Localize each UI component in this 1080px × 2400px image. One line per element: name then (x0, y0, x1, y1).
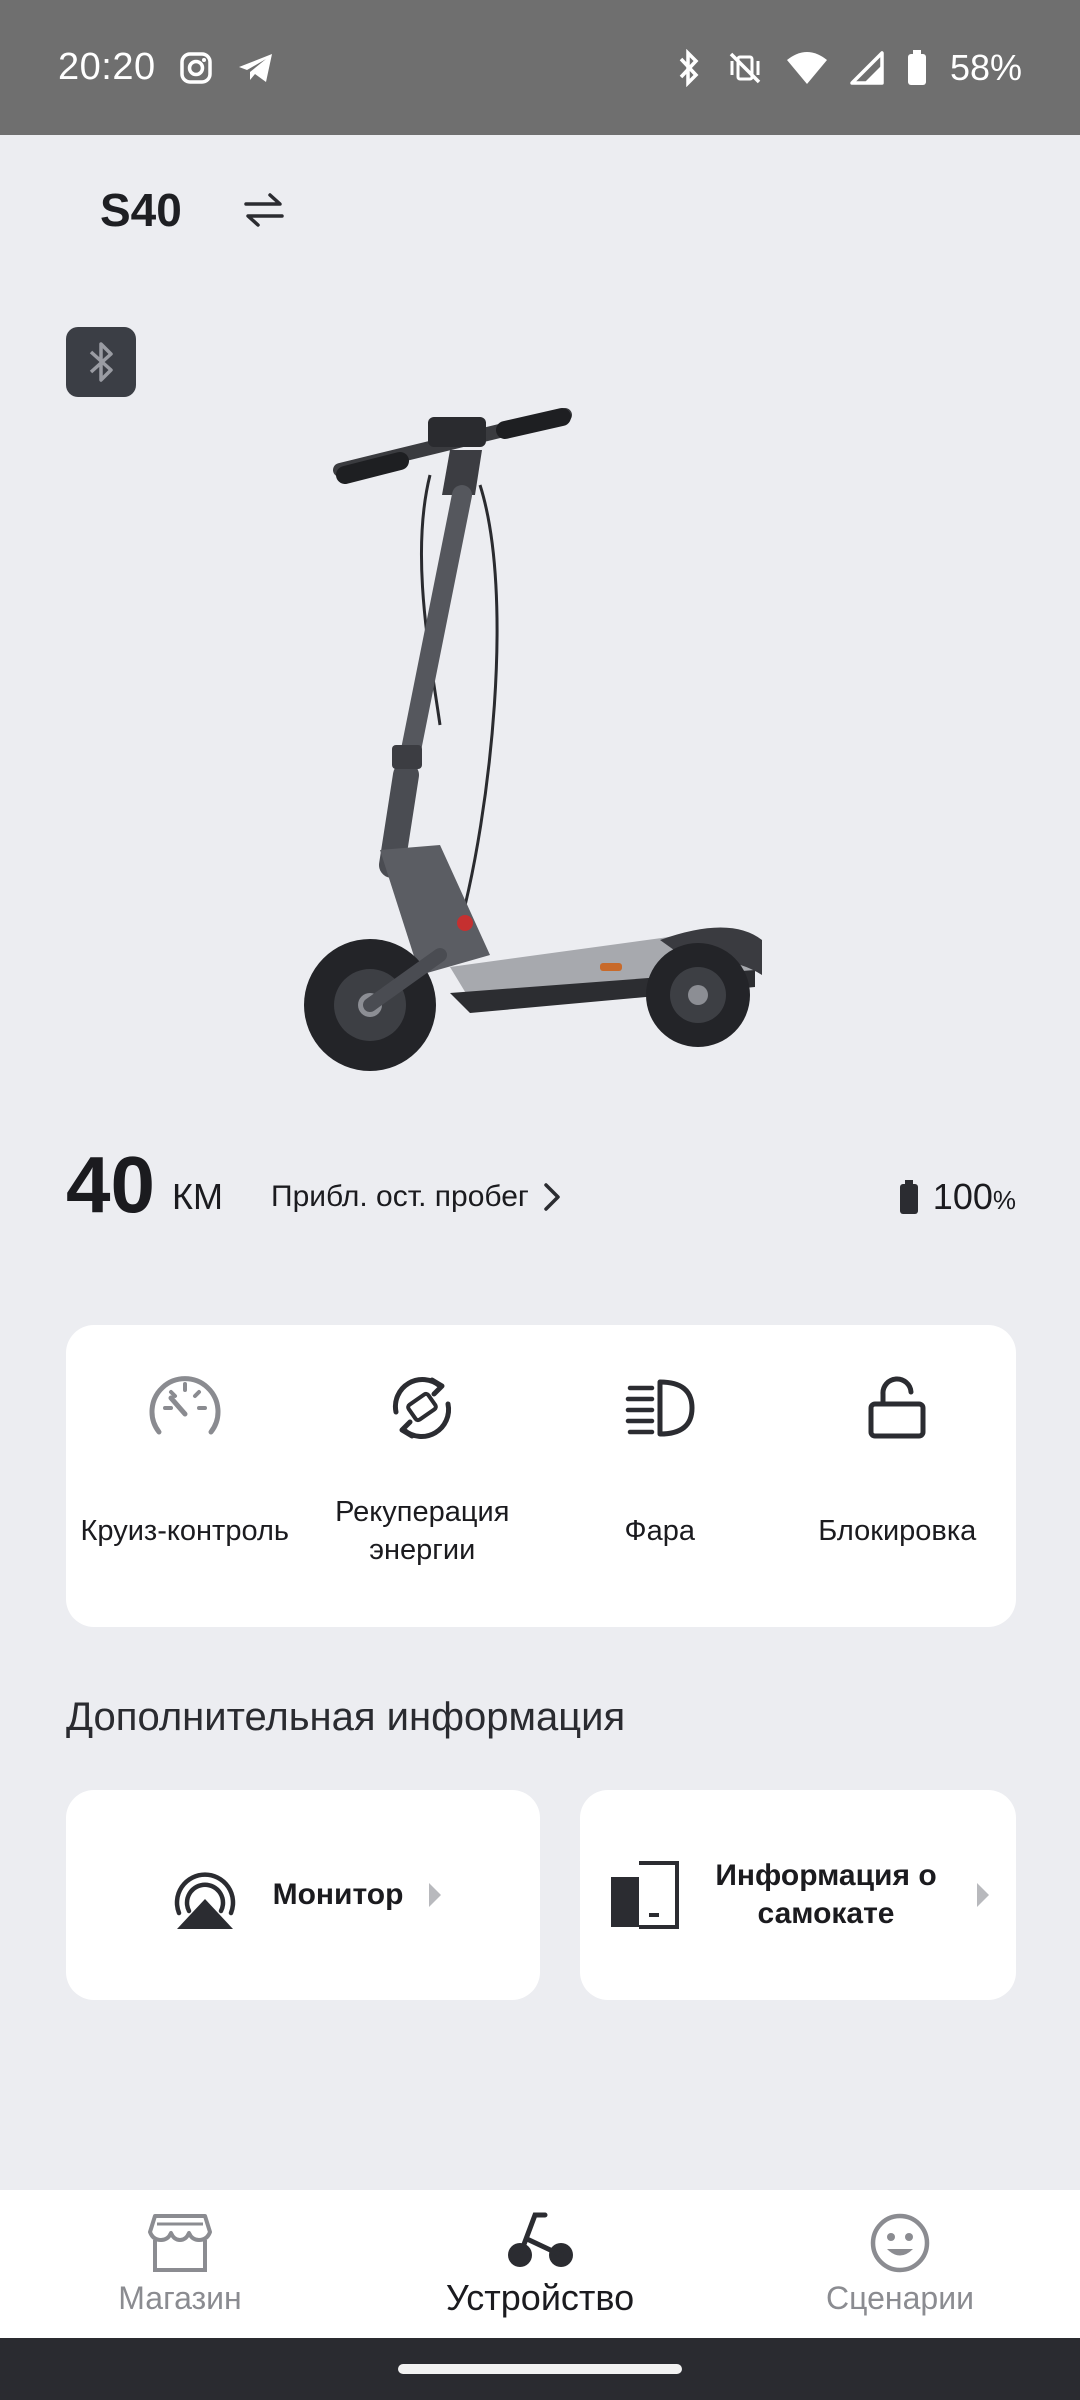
scooter-battery-percent: 100% (932, 1176, 1016, 1217)
vibrate-off-icon (726, 49, 764, 87)
bluetooth-icon (89, 342, 113, 382)
device-screen: 20:20 58% S40 40 КМ Прибл. ост. пробег 1… (0, 0, 1080, 2400)
wifi-icon (786, 50, 828, 86)
scooter-nav-icon (508, 2212, 573, 2267)
headlight-label: Фара (624, 1515, 695, 1547)
additional-info-title: Дополнительная информация (66, 1695, 626, 1739)
home-gesture-handle[interactable] (398, 2364, 682, 2374)
arrow-right-icon (977, 1883, 989, 1907)
gesture-bar (0, 2338, 1080, 2400)
status-left: 20:20 (58, 46, 276, 89)
telegram-icon (236, 50, 276, 86)
nav-device[interactable]: Устройство (360, 2190, 720, 2338)
lock-button[interactable]: Блокировка (779, 1325, 1017, 1627)
bluetooth-connection-badge[interactable] (66, 327, 136, 397)
battery-icon (899, 1180, 918, 1214)
switch-device-button[interactable] (240, 186, 288, 234)
status-right: 58% (674, 47, 1022, 89)
lock-label: Блокировка (818, 1515, 977, 1547)
battery-icon (906, 49, 928, 87)
monitor-icon (174, 1872, 235, 1929)
nav-store[interactable]: Магазин (0, 2190, 360, 2338)
device-name: S40 (100, 184, 182, 236)
estimated-range-link[interactable]: Прибл. ост. пробег (271, 1165, 563, 1229)
nav-device-label: Устройство (445, 2277, 635, 2318)
range-unit: КМ (172, 1176, 223, 1217)
cruise-control-button[interactable]: Круиз-контроль (66, 1325, 304, 1627)
bottom-nav: Магазин Устройство Сценарии (0, 2190, 1080, 2338)
device-header: S40 (100, 175, 288, 245)
headlight-button[interactable]: Фара (541, 1325, 779, 1627)
scooter-info-icon (611, 1861, 679, 1929)
bluetooth-icon (674, 48, 704, 87)
instagram-icon (178, 50, 214, 86)
energy-recovery-label: Рекуперация энергии (335, 1496, 510, 1566)
monitor-label: Монитор (272, 1878, 404, 1911)
cruise-control-icon (140, 1363, 230, 1453)
scooter-image (300, 395, 780, 1085)
nav-scenarios[interactable]: Сценарии (720, 2190, 1080, 2338)
store-icon (148, 2213, 212, 2272)
controls-card: Круиз-контроль Рекуперация энергии Фара … (66, 1325, 1016, 1627)
smiley-icon (870, 2213, 930, 2272)
nav-scenarios-label: Сценарии (826, 2279, 974, 2316)
status-battery-percent: 58% (949, 46, 1022, 88)
unlock-icon (852, 1363, 942, 1453)
cruise-control-label: Круиз-контроль (80, 1515, 289, 1547)
range-label: Прибл. ост. пробег (271, 1180, 529, 1213)
status-bar: 20:20 58% (0, 0, 1080, 135)
range-value: 40 (66, 1140, 155, 1229)
status-time: 20:20 (58, 46, 156, 88)
scooter-battery: 100% (899, 1165, 1016, 1229)
energy-recovery-icon (377, 1363, 467, 1453)
scooter-info-label: Информация о самокате (715, 1859, 937, 1930)
chevron-right-icon (544, 1183, 560, 1211)
signal-icon (850, 50, 884, 85)
swap-arrows-icon (244, 193, 284, 227)
nav-store-label: Магазин (118, 2279, 242, 2316)
arrow-right-icon (429, 1883, 442, 1907)
monitor-card[interactable]: Монитор (66, 1790, 540, 2000)
scooter-info-card[interactable]: Информация о самокате (580, 1790, 1016, 2000)
energy-recovery-button[interactable]: Рекуперация энергии (304, 1325, 542, 1627)
headlight-icon (615, 1363, 705, 1453)
range-row: 40 КМ Прибл. ост. пробег 100% (66, 1135, 1016, 1245)
